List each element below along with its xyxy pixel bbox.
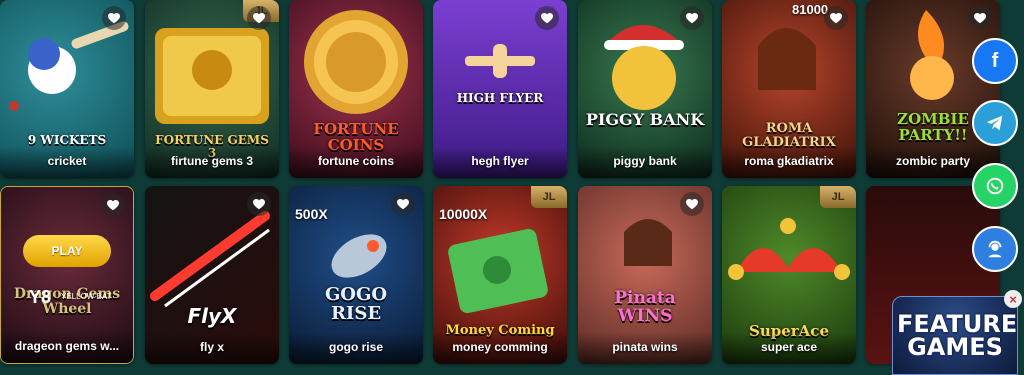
play-button[interactable]: PLAY bbox=[23, 235, 111, 267]
game-label: hegh flyer bbox=[433, 146, 567, 178]
yellow-bat-logo-icon: Y8 bbox=[29, 287, 52, 307]
favorite-heart-icon[interactable] bbox=[101, 193, 125, 217]
featured-games-text: FEATURED GAMES bbox=[897, 310, 1018, 361]
game-label: money comming bbox=[433, 332, 567, 364]
multiplier-badge: 500X bbox=[295, 206, 328, 222]
game-card-gogo-rise[interactable]: GOGO RISE 500X gogo rise bbox=[289, 186, 423, 364]
game-card-high-flyer[interactable]: HIGH FLYER hegh flyer bbox=[433, 0, 567, 178]
support-button[interactable] bbox=[972, 226, 1018, 272]
piggy-bank-art-title: PIGGY BANK bbox=[585, 110, 705, 129]
game-label: gogo rise bbox=[289, 332, 423, 364]
whatsapp-icon bbox=[986, 177, 1004, 195]
game-card-dragon-gems-wheel[interactable]: Dragon Gems Wheel PLAY Y8 YELLOW BAT dra… bbox=[0, 186, 134, 364]
provider-badge: JL bbox=[820, 186, 856, 208]
favorite-heart-icon[interactable] bbox=[247, 6, 271, 30]
game-card-piggy-bank[interactable]: PIGGY BANK piggy bank bbox=[578, 0, 712, 178]
pinata-art-title: Pinata WINS bbox=[614, 288, 676, 326]
high-flyer-art-title: HIGH FLYER bbox=[456, 91, 544, 105]
game-card-zombie-party[interactable]: ZOMBIE PARTY!! zombic party bbox=[866, 0, 1000, 178]
favorite-heart-icon[interactable] bbox=[391, 192, 415, 216]
game-card-roma-gladiatrix[interactable]: ROMA GLADIATRIX 81000 roma gkadiatrix bbox=[722, 0, 856, 178]
provider-badge: JL bbox=[531, 186, 567, 208]
game-label: pinata wins bbox=[578, 332, 712, 364]
telegram-button[interactable] bbox=[972, 100, 1018, 146]
game-label: fortune coins bbox=[289, 146, 423, 178]
game-label: cricket bbox=[0, 146, 134, 178]
game-card-cricket[interactable]: 9 WICKETS cricket bbox=[0, 0, 134, 178]
game-label: super ace bbox=[722, 332, 856, 364]
game-label: drageon gems w... bbox=[1, 331, 133, 363]
game-label: roma gkadiatrix bbox=[722, 146, 856, 178]
favorite-heart-icon[interactable] bbox=[680, 6, 704, 30]
gogo-rise-art-title: GOGO RISE bbox=[324, 284, 388, 324]
game-card-fly-x[interactable]: FlyX fly x bbox=[145, 186, 279, 364]
favorite-heart-icon[interactable] bbox=[102, 6, 126, 30]
whatsapp-button[interactable] bbox=[972, 163, 1018, 209]
game-label: firtune gems 3 bbox=[145, 146, 279, 178]
telegram-icon bbox=[986, 115, 1003, 131]
game-card-fortune-coins[interactable]: FORTUNE COINS fortune coins bbox=[289, 0, 423, 178]
multiplier-badge: 10000X bbox=[439, 206, 488, 222]
favorite-heart-icon[interactable] bbox=[968, 6, 992, 30]
cricket-art-title: 9 WICKETS bbox=[27, 133, 107, 147]
game-label: piggy bank bbox=[578, 146, 712, 178]
favorite-heart-icon[interactable] bbox=[247, 192, 271, 216]
close-icon[interactable]: × bbox=[1004, 290, 1022, 308]
favorite-heart-icon[interactable] bbox=[824, 6, 848, 30]
support-agent-icon bbox=[988, 240, 1002, 258]
favorite-heart-icon[interactable] bbox=[680, 192, 704, 216]
jackpot-counter: 81000 bbox=[792, 2, 829, 17]
game-card-super-ace[interactable]: SuperAce JL super ace bbox=[722, 186, 856, 364]
game-card-fortune-gems-3[interactable]: FORTUNE GEMS 3 JL firtune gems 3 bbox=[145, 0, 279, 178]
facebook-icon: f bbox=[991, 49, 999, 72]
favorite-heart-icon[interactable] bbox=[535, 6, 559, 30]
featured-games-banner[interactable]: FEATURED GAMES bbox=[892, 296, 1018, 375]
game-card-pinata-wins[interactable]: Pinata WINS pinata wins bbox=[578, 186, 712, 364]
fly-x-art-title: FlyX bbox=[187, 304, 237, 328]
facebook-button[interactable]: f bbox=[972, 38, 1018, 84]
provider-name: YELLOW BAT bbox=[61, 292, 112, 301]
game-card-money-coming[interactable]: Money Coming 10000X JL money comming bbox=[433, 186, 567, 364]
game-label: fly x bbox=[145, 332, 279, 364]
